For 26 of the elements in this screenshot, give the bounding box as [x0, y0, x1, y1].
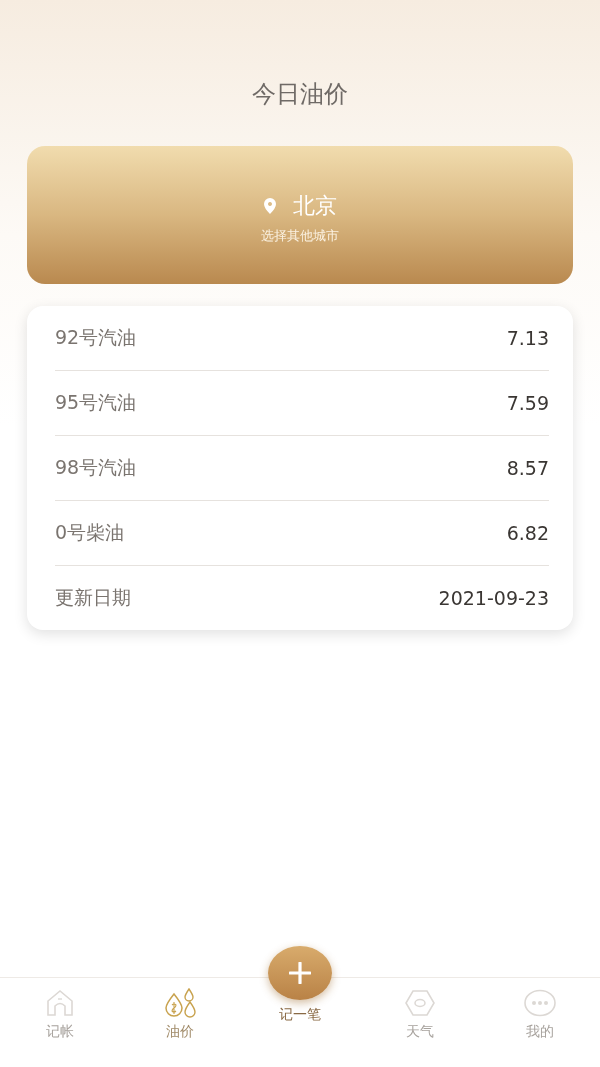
tab-item[interactable]: 油价 — [120, 978, 240, 1066]
add-label: 记一笔 — [279, 1006, 321, 1024]
tab-item[interactable]: 天气 — [360, 978, 480, 1066]
price-value: 2021-09-23 — [438, 587, 549, 609]
more-icon — [524, 989, 556, 1017]
city-card[interactable]: 北京 选择其他城市 — [27, 146, 573, 284]
price-label: 95号汽油 — [55, 390, 137, 415]
tab-item[interactable]: 我的 — [480, 978, 600, 1066]
hexagon-icon — [405, 989, 435, 1017]
price-value: 7.59 — [506, 392, 549, 414]
oil-drops-icon — [163, 988, 197, 1018]
page-title: 今日油价 — [251, 79, 349, 110]
add-button[interactable] — [268, 946, 332, 1000]
price-label: 98号汽油 — [55, 455, 137, 480]
city-name: 北京 — [293, 192, 337, 220]
choose-city-hint: 选择其他城市 — [261, 227, 339, 245]
home-icon — [45, 989, 75, 1017]
price-value: 7.13 — [506, 327, 549, 349]
location-pin-icon — [263, 198, 277, 214]
price-value: 8.57 — [506, 457, 549, 479]
tab-item[interactable]: 记帐 — [0, 978, 120, 1066]
price-label: 92号汽油 — [55, 325, 137, 350]
price-label: 更新日期 — [55, 585, 131, 610]
plus-icon — [289, 962, 311, 984]
price-value: 6.82 — [506, 522, 549, 544]
price-label: 0号柴油 — [55, 520, 125, 545]
